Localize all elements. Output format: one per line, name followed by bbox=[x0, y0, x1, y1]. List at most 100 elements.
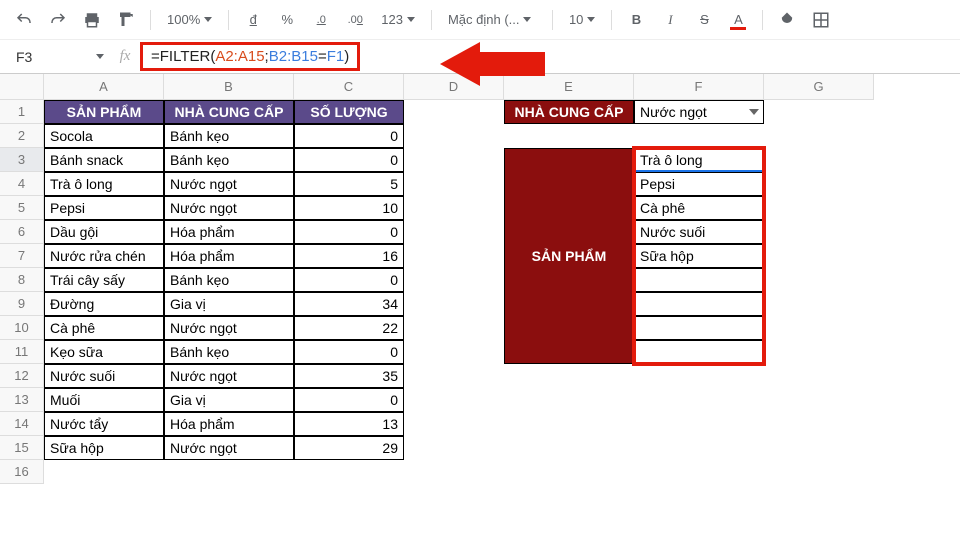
cell-supplier[interactable]: Nước ngọt bbox=[164, 172, 294, 196]
row-header-6[interactable]: 6 bbox=[0, 220, 44, 244]
cell-product[interactable]: Trà ô long bbox=[44, 172, 164, 196]
cell-product[interactable]: Pepsi bbox=[44, 196, 164, 220]
font-dropdown[interactable]: Mặc định (... bbox=[442, 12, 542, 27]
row-header-16[interactable]: 16 bbox=[0, 460, 44, 484]
row-header-9[interactable]: 9 bbox=[0, 292, 44, 316]
cell-quantity[interactable]: 0 bbox=[294, 388, 404, 412]
print-button[interactable] bbox=[78, 6, 106, 34]
col-header-a[interactable]: A bbox=[44, 74, 164, 100]
row-header-15[interactable]: 15 bbox=[0, 436, 44, 460]
format-dropdown[interactable]: 123 bbox=[375, 12, 421, 27]
col-header-b[interactable]: B bbox=[164, 74, 294, 100]
cell-product[interactable]: Nước rửa chén bbox=[44, 244, 164, 268]
cell-supplier[interactable]: Nước ngọt bbox=[164, 364, 294, 388]
toolbar: 100% đ % .0 .00 123 Mặc định (... 10 B I… bbox=[0, 0, 960, 40]
formula-input[interactable]: =FILTER(A2:A15;B2:B15=F1) bbox=[140, 42, 360, 71]
cell-quantity[interactable]: 0 bbox=[294, 268, 404, 292]
cell-supplier[interactable]: Bánh kẹo bbox=[164, 148, 294, 172]
result-cell[interactable] bbox=[634, 268, 764, 292]
result-cell[interactable] bbox=[634, 340, 764, 364]
cell-product[interactable]: Nước suối bbox=[44, 364, 164, 388]
font-size-dropdown[interactable]: 10 bbox=[563, 12, 601, 27]
row-header-2[interactable]: 2 bbox=[0, 124, 44, 148]
col-header-c[interactable]: C bbox=[294, 74, 404, 100]
cell-supplier[interactable]: Nước ngọt bbox=[164, 196, 294, 220]
cell-quantity[interactable]: 0 bbox=[294, 124, 404, 148]
cell-supplier[interactable]: Hóa phẩm bbox=[164, 412, 294, 436]
result-cell[interactable]: Sữa hộp bbox=[634, 244, 764, 268]
bold-button[interactable]: B bbox=[622, 6, 650, 34]
increase-decimal-button[interactable]: .00 bbox=[341, 6, 369, 34]
cell-quantity[interactable]: 0 bbox=[294, 340, 404, 364]
borders-button[interactable] bbox=[807, 6, 835, 34]
cell-quantity[interactable]: 13 bbox=[294, 412, 404, 436]
cell-supplier[interactable]: Gia vị bbox=[164, 292, 294, 316]
fill-color-button[interactable] bbox=[773, 6, 801, 34]
cell-quantity[interactable]: 10 bbox=[294, 196, 404, 220]
cell-quantity[interactable]: 5 bbox=[294, 172, 404, 196]
strikethrough-button[interactable]: S bbox=[690, 6, 718, 34]
row-header-14[interactable]: 14 bbox=[0, 412, 44, 436]
cell-supplier[interactable]: Nước ngọt bbox=[164, 316, 294, 340]
cell-quantity[interactable]: 16 bbox=[294, 244, 404, 268]
cell-product[interactable]: Sữa hộp bbox=[44, 436, 164, 460]
chevron-down-icon bbox=[523, 17, 531, 22]
cell-supplier[interactable]: Hóa phẩm bbox=[164, 220, 294, 244]
cell-product[interactable]: Muối bbox=[44, 388, 164, 412]
undo-button[interactable] bbox=[10, 6, 38, 34]
cell-product[interactable]: Nước tẩy bbox=[44, 412, 164, 436]
cell-supplier[interactable]: Bánh kẹo bbox=[164, 124, 294, 148]
col-header-g[interactable]: G bbox=[764, 74, 874, 100]
cell-product[interactable]: Trái cây sấy bbox=[44, 268, 164, 292]
row-header-10[interactable]: 10 bbox=[0, 316, 44, 340]
cell-supplier[interactable]: Bánh kẹo bbox=[164, 268, 294, 292]
cell-quantity[interactable]: 34 bbox=[294, 292, 404, 316]
header-quantity: SỐ LƯỢNG bbox=[294, 100, 404, 124]
result-cell[interactable]: Pepsi bbox=[634, 172, 764, 196]
italic-button[interactable]: I bbox=[656, 6, 684, 34]
result-cell[interactable]: Nước suối bbox=[634, 220, 764, 244]
cell-quantity[interactable]: 22 bbox=[294, 316, 404, 340]
cell-product[interactable]: Socola bbox=[44, 124, 164, 148]
cell-supplier[interactable]: Bánh kẹo bbox=[164, 340, 294, 364]
row-header-7[interactable]: 7 bbox=[0, 244, 44, 268]
filter-block-label: SẢN PHẨM bbox=[504, 148, 634, 364]
chevron-down-icon bbox=[96, 54, 104, 59]
row-header-1[interactable]: 1 bbox=[0, 100, 44, 124]
name-box[interactable]: F3 bbox=[10, 45, 90, 69]
row-header-3[interactable]: 3 bbox=[0, 148, 44, 172]
redo-button[interactable] bbox=[44, 6, 72, 34]
cell-product[interactable]: Dầu gội bbox=[44, 220, 164, 244]
cell-quantity[interactable]: 29 bbox=[294, 436, 404, 460]
annotation-arrow bbox=[440, 42, 545, 86]
cell-supplier[interactable]: Gia vị bbox=[164, 388, 294, 412]
cell-product[interactable]: Bánh snack bbox=[44, 148, 164, 172]
result-cell[interactable] bbox=[634, 292, 764, 316]
cell-supplier[interactable]: Nước ngọt bbox=[164, 436, 294, 460]
select-all-corner[interactable] bbox=[0, 74, 44, 100]
cell-quantity[interactable]: 0 bbox=[294, 220, 404, 244]
text-color-button[interactable]: A bbox=[724, 6, 752, 34]
cell-product[interactable]: Đường bbox=[44, 292, 164, 316]
filter-dropdown[interactable]: Nước ngọt bbox=[634, 100, 764, 124]
zoom-dropdown[interactable]: 100% bbox=[161, 12, 218, 27]
row-header-12[interactable]: 12 bbox=[0, 364, 44, 388]
cell-product[interactable]: Kẹo sữa bbox=[44, 340, 164, 364]
result-cell[interactable]: Cà phê bbox=[634, 196, 764, 220]
cell-quantity[interactable]: 0 bbox=[294, 148, 404, 172]
row-header-11[interactable]: 11 bbox=[0, 340, 44, 364]
currency-button[interactable]: đ bbox=[239, 6, 267, 34]
paint-format-button[interactable] bbox=[112, 6, 140, 34]
cell-supplier[interactable]: Hóa phẩm bbox=[164, 244, 294, 268]
row-header-4[interactable]: 4 bbox=[0, 172, 44, 196]
row-header-5[interactable]: 5 bbox=[0, 196, 44, 220]
percent-button[interactable]: % bbox=[273, 6, 301, 34]
decrease-decimal-button[interactable]: .0 bbox=[307, 6, 335, 34]
result-cell[interactable]: Trà ô long bbox=[634, 148, 764, 172]
row-header-8[interactable]: 8 bbox=[0, 268, 44, 292]
result-cell[interactable] bbox=[634, 316, 764, 340]
cell-quantity[interactable]: 35 bbox=[294, 364, 404, 388]
col-header-f[interactable]: F bbox=[634, 74, 764, 100]
row-header-13[interactable]: 13 bbox=[0, 388, 44, 412]
cell-product[interactable]: Cà phê bbox=[44, 316, 164, 340]
